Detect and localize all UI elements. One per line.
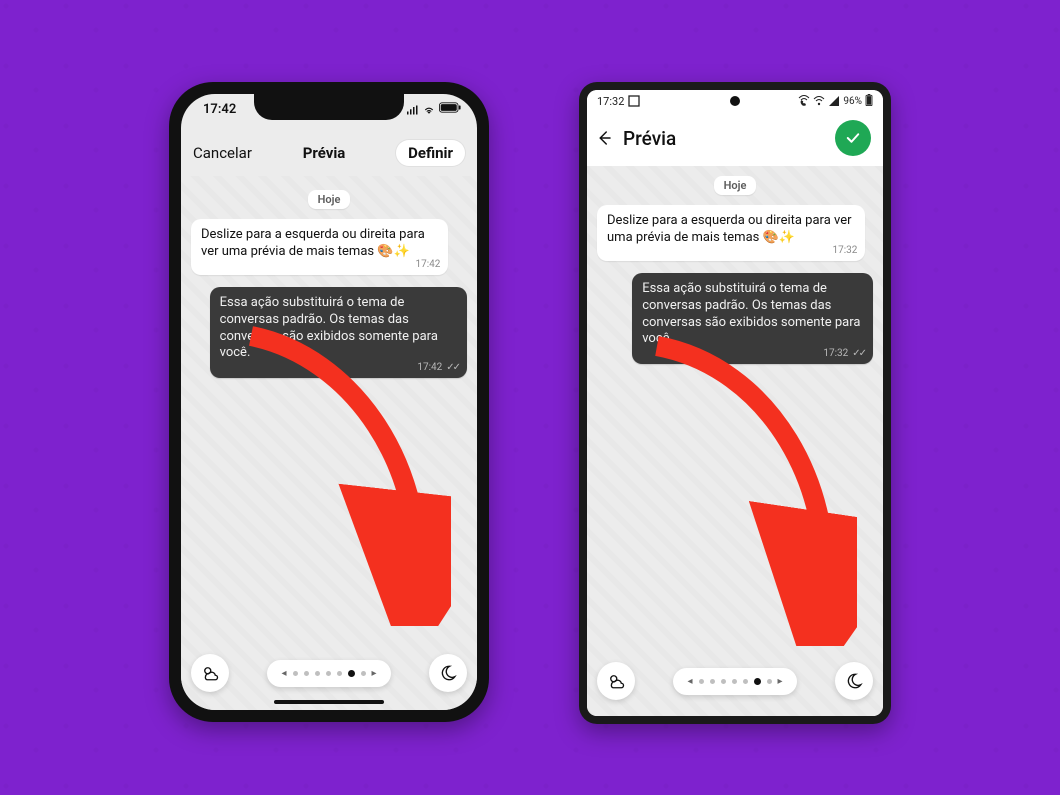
page-dot [710, 679, 715, 684]
page-background: 17:42 [0, 0, 1060, 795]
date-chip: Hoje [714, 176, 757, 195]
page-dot [699, 679, 704, 684]
status-time: 17:42 [203, 102, 236, 117]
theme-prev-icon: ◂ [687, 676, 692, 687]
define-button[interactable]: Definir [396, 140, 465, 166]
iphone-frame: 17:42 [169, 82, 489, 722]
iphone-screen: 17:42 [181, 94, 477, 710]
page-dot-active [348, 670, 355, 677]
incoming-message-bubble: Deslize para a esquerda ou direita para … [191, 219, 448, 275]
wifi-icon [423, 104, 435, 116]
page-dot [304, 671, 309, 676]
outgoing-message-text: Essa ação substituirá o tema de conversa… [220, 295, 438, 361]
annotation-arrow [617, 336, 857, 646]
cellular-signal-icon [828, 95, 840, 107]
chat-preview-area[interactable]: Hoje Deslize para a esquerda ou direita … [587, 166, 883, 716]
incoming-message-bubble: Deslize para a esquerda ou direita para … [597, 205, 865, 261]
theme-page-indicator[interactable]: ◂ ▸ [267, 660, 390, 687]
status-time: 17:32 [597, 95, 624, 108]
battery-icon [865, 94, 873, 109]
wifi-calling-icon [798, 95, 810, 107]
dark-mode-button[interactable] [429, 654, 467, 692]
page-dot-active [754, 678, 761, 685]
sun-cloud-icon [607, 672, 625, 690]
cancel-button[interactable]: Cancelar [193, 144, 252, 162]
outgoing-message-bubble: Essa ação substituirá o tema de conversa… [210, 287, 467, 379]
page-dot [721, 679, 726, 684]
outgoing-message-bubble: Essa ação substituirá o tema de conversa… [632, 273, 873, 365]
read-ticks-icon: ✓✓ [852, 348, 865, 359]
theme-next-icon: ▸ [372, 668, 377, 679]
page-title: Prévia [303, 144, 346, 162]
incoming-message-text: Deslize para a esquerda ou direita para … [607, 213, 852, 245]
incoming-message-text: Deslize para a esquerda ou direita para … [201, 227, 425, 259]
battery-text: 96% [843, 96, 862, 107]
cellular-signal-icon [407, 104, 419, 116]
android-frame: 17:32 [579, 82, 891, 724]
theme-controls-row: ◂ ▸ [191, 654, 467, 692]
dark-mode-button[interactable] [835, 662, 873, 700]
page-dot [743, 679, 748, 684]
weather-theme-button[interactable] [597, 662, 635, 700]
outgoing-message-text: Essa ação substituirá o tema de conversa… [642, 281, 860, 347]
check-icon [844, 129, 862, 147]
sun-cloud-icon [201, 664, 219, 682]
read-ticks-icon: ✓✓ [446, 362, 459, 373]
moon-icon [439, 664, 457, 682]
back-button[interactable] [595, 129, 613, 147]
outgoing-message-time: 17:42✓✓ [417, 361, 459, 374]
android-screen: 17:32 [587, 90, 883, 716]
theme-page-indicator[interactable]: ◂ ▸ [673, 668, 796, 695]
theme-prev-icon: ◂ [281, 668, 286, 679]
page-title: Prévia [623, 127, 676, 150]
page-dot [293, 671, 298, 676]
phones-row: 17:42 [0, 82, 1060, 724]
iphone-nav-bar: Cancelar Prévia Definir [181, 140, 477, 176]
android-camera-hole [730, 96, 740, 106]
date-chip: Hoje [308, 190, 351, 209]
page-dot [767, 679, 772, 684]
wifi-icon [813, 95, 825, 107]
page-dot [326, 671, 331, 676]
notification-icon [628, 95, 640, 107]
confirm-button[interactable] [835, 120, 871, 156]
home-indicator[interactable] [274, 700, 384, 704]
battery-icon [439, 102, 461, 117]
status-icons-right [407, 102, 461, 117]
weather-theme-button[interactable] [191, 654, 229, 692]
moon-icon [845, 672, 863, 690]
page-dot [361, 671, 366, 676]
theme-next-icon: ▸ [778, 676, 783, 687]
theme-controls-row: ◂ ▸ [597, 662, 873, 700]
page-dot [337, 671, 342, 676]
chat-preview-area[interactable]: Hoje Deslize para a esquerda ou direita … [181, 176, 477, 710]
android-app-bar: Prévia [587, 112, 883, 166]
page-dot [732, 679, 737, 684]
outgoing-message-time: 17:32✓✓ [823, 347, 865, 360]
incoming-message-time: 17:42 [415, 258, 440, 271]
iphone-notch [254, 94, 404, 120]
page-dot [315, 671, 320, 676]
incoming-message-time: 17:32 [832, 244, 857, 257]
